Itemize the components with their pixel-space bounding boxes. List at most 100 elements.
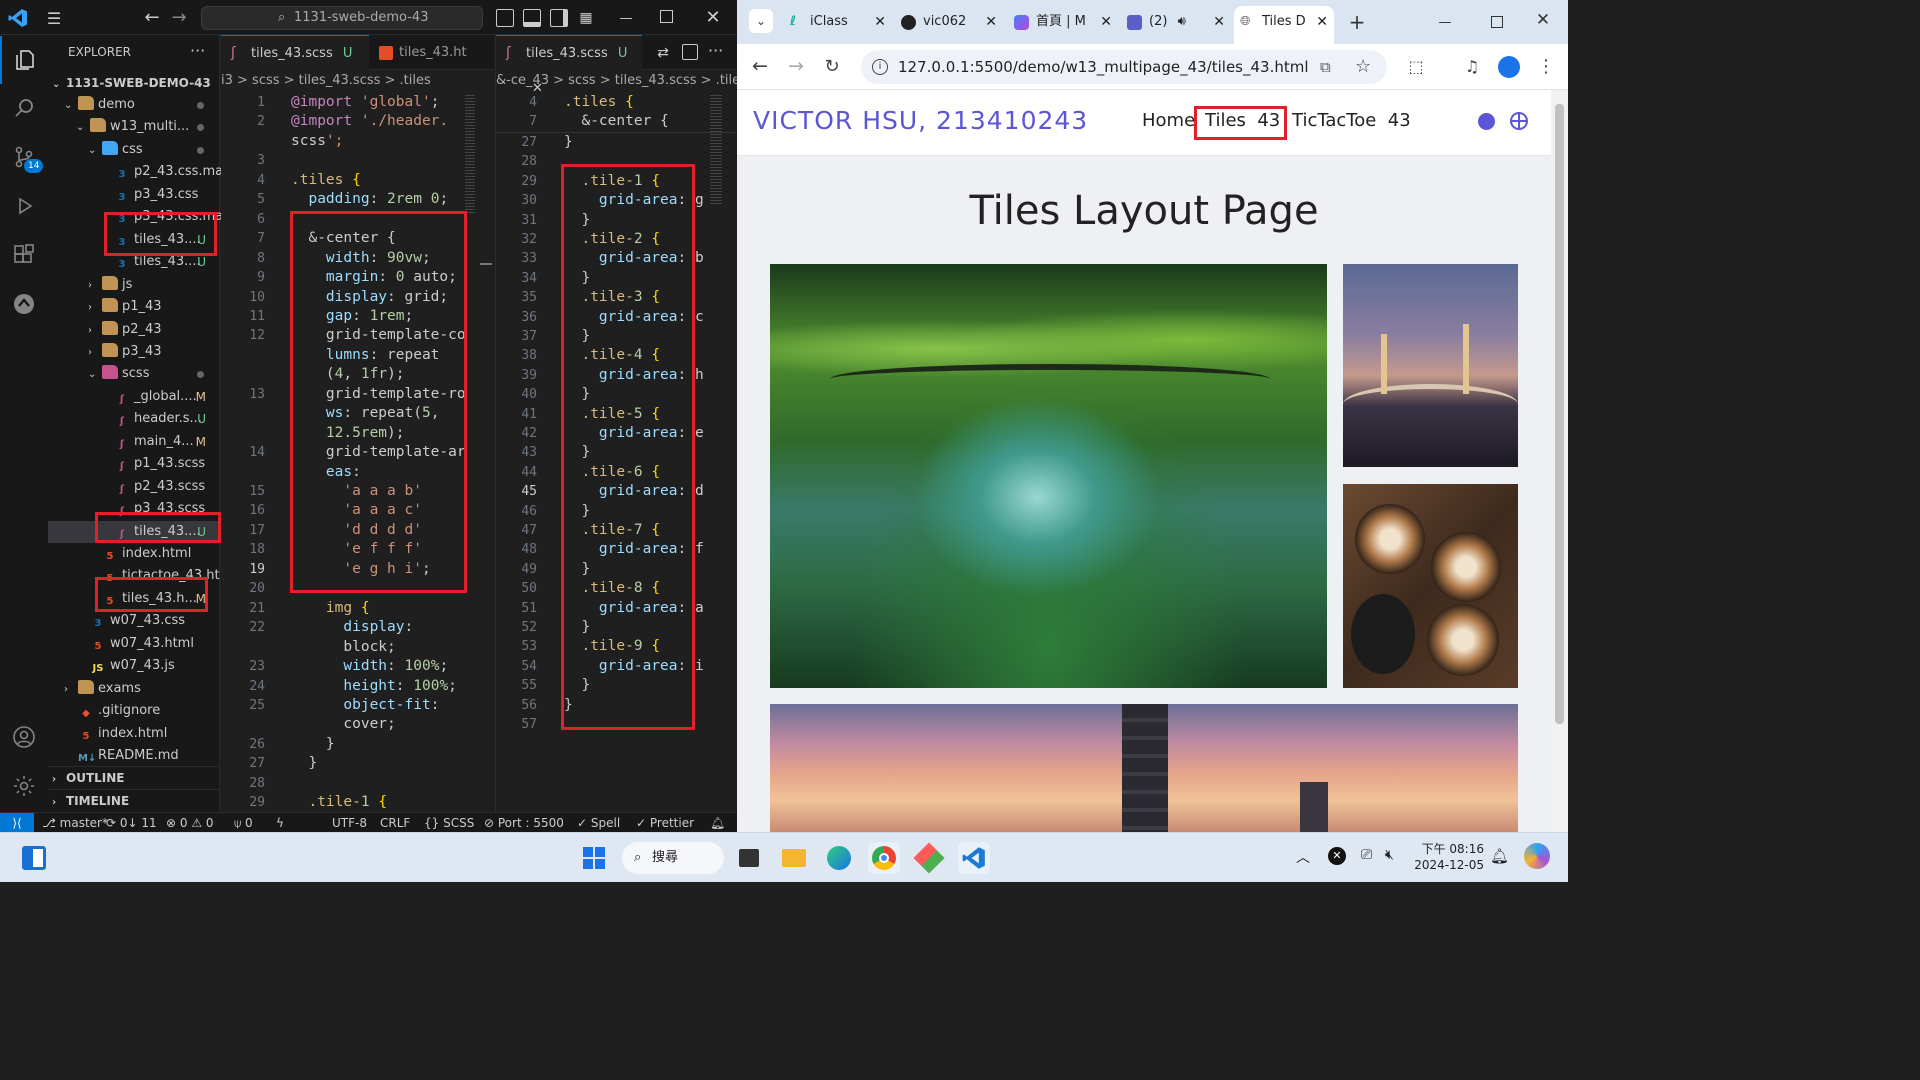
tree-item[interactable]: ʃ _global.... M xyxy=(48,386,220,408)
tree-item[interactable]: › exams xyxy=(48,678,220,700)
tree-item[interactable]: ⌄ w13_multi... xyxy=(48,116,220,138)
open-changes-icon[interactable]: ⇄ xyxy=(654,44,672,62)
encoding-status[interactable]: UTF-8 xyxy=(332,813,367,833)
code-line[interactable]: .tiles { xyxy=(291,171,361,190)
minimap[interactable] xyxy=(710,95,722,205)
code-line[interactable]: display: xyxy=(291,618,413,637)
reload-icon[interactable]: ↻ xyxy=(821,55,843,77)
language-status[interactable]: {} SCSS xyxy=(424,813,474,833)
new-tab-plus-icon[interactable]: + xyxy=(1345,10,1369,34)
toggle-panel-icon[interactable] xyxy=(523,9,541,27)
settings-gear-icon[interactable] xyxy=(0,762,48,810)
app-launcher-icon[interactable] xyxy=(913,842,945,874)
code-line[interactable]: img { xyxy=(291,599,370,618)
tree-item[interactable]: ʃ main_4... M xyxy=(48,431,220,453)
tree-item[interactable]: ◆ .gitignore xyxy=(48,700,220,722)
code-line[interactable]: block; xyxy=(291,638,395,657)
tree-item[interactable]: 3 p2_43.css.map xyxy=(48,161,232,183)
code-line[interactable]: scss'; xyxy=(291,132,343,151)
search-icon[interactable] xyxy=(0,84,48,132)
nav-home-link[interactable]: Home xyxy=(1142,110,1195,131)
chrome-menu-icon[interactable]: ⋮ xyxy=(1535,55,1557,77)
clock[interactable]: 下午 08:16 2024-12-05 xyxy=(1410,841,1484,873)
tree-item[interactable]: 3 w07_43.css xyxy=(48,610,220,632)
code-line[interactable]: @import './header. xyxy=(291,112,448,131)
chevron-up-icon[interactable]: ︿ xyxy=(1296,847,1310,867)
close-tab-icon[interactable]: ✕ xyxy=(874,8,886,36)
notifications-bell-icon[interactable]: 🔔︎ xyxy=(710,813,725,833)
github-icon[interactable] xyxy=(1478,113,1495,130)
back-arrow-icon[interactable]: ← xyxy=(142,7,162,28)
scrollbar-thumb[interactable] xyxy=(1555,104,1564,724)
code-line[interactable]: @import 'global'; xyxy=(291,93,439,112)
source-control-icon[interactable]: 14 xyxy=(0,133,48,181)
remote-indicator-icon[interactable]: ⟩⟨ xyxy=(0,813,34,833)
chrome-icon[interactable] xyxy=(868,842,900,874)
split-editor-icon[interactable] xyxy=(682,44,698,60)
scrollbar-thumb[interactable] xyxy=(480,263,492,265)
tab-search-chevron-down-icon[interactable]: ⌄ xyxy=(749,9,773,33)
chevron-down-icon[interactable]: ⌄ xyxy=(88,364,102,386)
copilot-icon[interactable] xyxy=(1524,843,1550,869)
chevron-right-icon[interactable]: › xyxy=(88,297,102,319)
code-line[interactable]: } xyxy=(291,735,335,754)
site-info-icon[interactable]: i xyxy=(872,59,888,75)
translate-icon[interactable]: ⧉ xyxy=(1320,50,1331,84)
chrome-tab-iclass[interactable]: ℓ iClass ✕ xyxy=(782,8,892,36)
bookmark-star-icon[interactable]: ☆ xyxy=(1355,50,1371,84)
breadcrumb[interactable]: i3 > scss > tiles_43.scss > .tiles xyxy=(221,70,494,92)
tree-item[interactable]: 5 index.html xyxy=(48,723,220,745)
file-explorer-icon[interactable] xyxy=(778,842,810,874)
tree-item[interactable]: › p1_43 xyxy=(48,296,220,318)
address-bar[interactable]: i 127.0.0.1:5500/demo/w13_multipage_43/t… xyxy=(861,50,1387,84)
branch-status[interactable]: ⎇ master* xyxy=(42,813,108,833)
chevron-down-icon[interactable]: ⌄ xyxy=(64,95,78,117)
tree-item[interactable]: ʃ p2_43.scss xyxy=(48,476,220,498)
chevron-right-icon[interactable]: › xyxy=(88,320,102,342)
code-line[interactable]: } xyxy=(291,754,317,773)
prettier-status[interactable]: ✓ Prettier xyxy=(636,813,694,833)
maximize-icon[interactable] xyxy=(660,10,673,23)
tree-item[interactable]: JS w07_43.js xyxy=(48,655,220,677)
code-line[interactable]: object-fit: xyxy=(291,696,439,715)
site-brand[interactable]: VICTOR HSU, 213410243 xyxy=(753,106,1088,135)
back-arrow-icon[interactable]: ← xyxy=(749,55,771,77)
tree-item[interactable]: 5 w07_43.html xyxy=(48,633,220,655)
toggle-secondary-sidebar-icon[interactable] xyxy=(550,9,568,27)
sticky-line[interactable]: &-center { xyxy=(564,112,668,131)
menu-icon[interactable]: ☰ xyxy=(44,8,64,28)
volume-muted-icon[interactable]: 🔇︎ xyxy=(1385,847,1394,863)
extensions-puzzle-icon[interactable]: ⬚ xyxy=(1405,55,1427,77)
sticky-scroll[interactable]: 4 .tiles {7 &-center { xyxy=(496,93,738,133)
extensions-icon[interactable] xyxy=(0,231,48,279)
media-controls-icon[interactable]: ♫ xyxy=(1461,55,1483,77)
outline-section[interactable]: › OUTLINE xyxy=(48,766,220,788)
code-line[interactable]: .tile-1 { xyxy=(291,793,387,812)
chevron-right-icon[interactable]: › xyxy=(64,679,78,701)
code-line[interactable]: cover; xyxy=(291,715,395,734)
close-tab-icon[interactable]: ✕ xyxy=(1316,6,1328,38)
tree-item[interactable]: 3 p3_43.css xyxy=(48,184,220,206)
edge-icon[interactable] xyxy=(823,842,855,874)
problems-status[interactable]: ⊗ 0 ⚠ 0 xyxy=(166,813,214,833)
close-window-icon[interactable]: ✕ xyxy=(1533,10,1553,30)
spell-status[interactable]: ✓ Spell xyxy=(577,813,620,833)
audio-playing-icon[interactable]: 🔊︎ xyxy=(1178,14,1186,29)
tree-item[interactable]: 5 index.html xyxy=(48,543,220,565)
breadcrumb-right[interactable]: &-ce_43 > scss > tiles_43.scss > .tiles xyxy=(496,70,737,92)
command-center-search[interactable]: ⌕ 1131-sweb-demo-43 xyxy=(201,6,483,30)
page-scrollbar[interactable] xyxy=(1551,90,1568,832)
run-debug-icon[interactable] xyxy=(0,182,48,230)
remote-explorer-icon[interactable] xyxy=(0,280,48,328)
chrome-tab-teams[interactable]: (2) 🔊︎ ✕ xyxy=(1121,8,1231,36)
eol-status[interactable]: CRLF xyxy=(380,813,410,833)
close-tab-icon[interactable]: ✕ xyxy=(1100,8,1112,36)
chevron-down-icon[interactable]: ⌄ xyxy=(76,117,90,139)
chevron-right-icon[interactable]: › xyxy=(88,275,102,297)
tray-app-icon[interactable]: ✕ xyxy=(1328,847,1346,865)
chevron-down-icon[interactable]: ⌄ xyxy=(88,140,102,162)
explorer-icon[interactable] xyxy=(0,36,48,84)
sync-status[interactable]: ⟳ 0↓ 11 xyxy=(106,813,157,833)
display-icon[interactable]: ⎚ xyxy=(1361,847,1372,863)
minimize-icon[interactable]: — xyxy=(1435,12,1455,32)
